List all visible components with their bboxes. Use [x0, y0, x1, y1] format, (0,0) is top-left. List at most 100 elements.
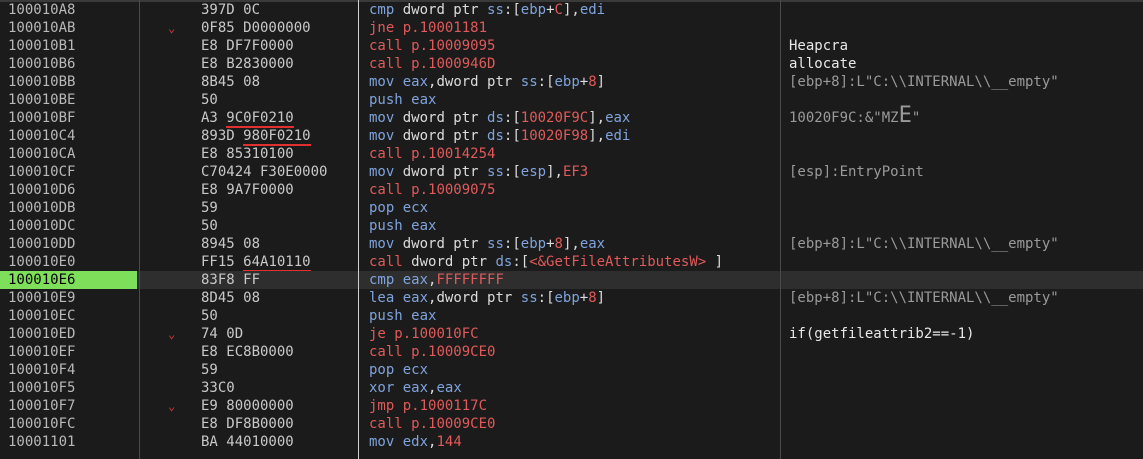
instruction-cell[interactable]: cmp eax,FFFFFFFF	[369, 271, 774, 289]
bytes-cell[interactable]: E8 85310100	[201, 145, 351, 163]
disasm-row[interactable]: 100010F5 33C0 xor eax,eax	[0, 379, 1143, 397]
address-cell[interactable]: 100010E6	[0, 271, 137, 289]
instruction-cell[interactable]: push eax	[369, 217, 774, 235]
instruction-cell[interactable]: call p.10009075	[369, 181, 774, 199]
instruction-cell[interactable]: call p.1000946D	[369, 55, 774, 73]
bytes-cell[interactable]: 893D 980F0210	[201, 127, 351, 146]
disasm-row[interactable]: 100010DC 50 push eax	[0, 217, 1143, 235]
instruction-cell[interactable]: jne p.10001181	[369, 19, 774, 37]
bytes-cell[interactable]: 83F8 FF	[201, 271, 351, 289]
column-separator[interactable]	[358, 0, 359, 459]
disasm-row[interactable]: 100010E6 83F8 FF cmp eax,FFFFFFFF	[0, 271, 1143, 289]
address-cell[interactable]: 100010EC	[0, 307, 137, 325]
column-separator[interactable]	[139, 0, 140, 459]
address-cell[interactable]: 100010D6	[0, 181, 137, 199]
disasm-row[interactable]: 100010E0 FF15 64A10110 call dword ptr ds:[…	[0, 253, 1143, 272]
disasm-row[interactable]: 100010BE 50 push eax	[0, 91, 1143, 109]
instruction-cell[interactable]: xor eax,eax	[369, 379, 774, 397]
disasm-row[interactable]: 100010BB 8B45 08 mov eax,dword ptr ss:[ebp…	[0, 73, 1143, 91]
column-separator[interactable]	[780, 0, 781, 459]
instruction-cell[interactable]: pop ecx	[369, 361, 774, 379]
address-cell[interactable]: 100010ED	[0, 325, 137, 343]
comment-cell[interactable]: 10020F9C:&"MZE"	[789, 105, 1143, 127]
address-cell[interactable]: 100010DC	[0, 217, 137, 235]
disasm-row[interactable]: 100010EF E8 EC8B0000 call p.10009CE0	[0, 343, 1143, 361]
disasm-row[interactable]: 100010BF A3 9C0F0210 mov dword ptr ds:[100…	[0, 105, 1143, 128]
address-cell[interactable]: 100010E9	[0, 289, 137, 307]
bytes-cell[interactable]: 8D45 08	[201, 289, 351, 307]
disasm-row[interactable]: 100010B1 E8 DF7F0000 call p.10009095 Heapcr…	[0, 37, 1143, 55]
disasm-row[interactable]: 100010F4 59 pop ecx	[0, 361, 1143, 379]
disasm-row[interactable]: 100010D6 E8 9A7F0000 call p.10009075	[0, 181, 1143, 199]
comment-cell[interactable]	[789, 1, 1143, 19]
disasm-row[interactable]: 100010B6 E8 B2830000 call p.1000946D alloca…	[0, 55, 1143, 73]
address-cell[interactable]: 100010BE	[0, 91, 137, 109]
comment-cell[interactable]	[789, 271, 1143, 289]
bytes-cell[interactable]: 59	[201, 199, 351, 217]
disasm-row[interactable]: 100010CF C70424 F30E0000 mov dword ptr ss:…	[0, 163, 1143, 181]
comment-cell[interactable]	[789, 199, 1143, 217]
bytes-cell[interactable]: 397D 0C	[201, 1, 351, 19]
disasm-row[interactable]: 100010DD 8945 08 mov dword ptr ss:[ebp+8],…	[0, 235, 1143, 253]
address-cell[interactable]: 10001101	[0, 433, 137, 451]
bytes-cell[interactable]: 74 0D	[201, 325, 351, 343]
bytes-cell[interactable]: 50	[201, 217, 351, 235]
comment-cell[interactable]	[789, 19, 1143, 37]
address-cell[interactable]: 100010EF	[0, 343, 137, 361]
address-cell[interactable]: 100010BB	[0, 73, 137, 91]
address-cell[interactable]: 100010F5	[0, 379, 137, 397]
address-cell[interactable]: 100010AB	[0, 19, 137, 37]
comment-cell[interactable]	[789, 91, 1143, 109]
address-cell[interactable]: 100010CA	[0, 145, 137, 163]
comment-cell[interactable]	[789, 127, 1143, 145]
instruction-cell[interactable]: mov dword ptr ds:[10020F9C],eax	[369, 109, 774, 127]
bytes-cell[interactable]: BA 44010000	[201, 433, 351, 451]
bytes-cell[interactable]: E8 EC8B0000	[201, 343, 351, 361]
address-cell[interactable]: 100010BF	[0, 109, 137, 127]
disasm-row[interactable]: 100010CA E8 85310100 call p.10014254	[0, 145, 1143, 163]
address-cell[interactable]: 100010A8	[0, 1, 137, 19]
instruction-cell[interactable]: call dword ptr ds:[<&GetFileAttributesW>…	[369, 253, 774, 271]
disassembly-view[interactable]: 100010A8 397D 0C cmp dword ptr ss:[ebp+C],…	[0, 0, 1143, 459]
instruction-cell[interactable]: mov edx,144	[369, 433, 774, 451]
disasm-row[interactable]: 100010FC E8 DF8B0000 call p.10009CE0	[0, 415, 1143, 433]
bytes-cell[interactable]: 50	[201, 307, 351, 325]
bytes-cell[interactable]: E9 80000000	[201, 397, 351, 415]
bytes-cell[interactable]: E8 9A7F0000	[201, 181, 351, 199]
bytes-cell[interactable]: A3 9C0F0210	[201, 109, 351, 128]
disasm-row[interactable]: 100010F7 ⌄ E9 80000000 jmp p.1000117C	[0, 397, 1143, 415]
comment-cell[interactable]: allocate	[789, 55, 1143, 73]
disasm-row[interactable]: 100010EC 50 push eax	[0, 307, 1143, 325]
address-cell[interactable]: 100010DD	[0, 235, 137, 253]
bytes-cell[interactable]: C70424 F30E0000	[201, 163, 351, 181]
address-cell[interactable]: 100010F7	[0, 397, 137, 415]
bytes-cell[interactable]: 33C0	[201, 379, 351, 397]
comment-cell[interactable]: [ebp+8]:L"C:\\INTERNAL\\__empty"	[789, 73, 1143, 91]
comment-cell[interactable]: [esp]:EntryPoint	[789, 163, 1143, 181]
instruction-cell[interactable]: pop ecx	[369, 199, 774, 217]
bytes-cell[interactable]: 50	[201, 91, 351, 109]
disasm-row[interactable]: 100010ED ⌄ 74 0D je p.100010FC if(getfileatt…	[0, 325, 1143, 343]
instruction-cell[interactable]: mov eax,dword ptr ss:[ebp+8]	[369, 73, 774, 91]
disasm-row[interactable]: 100010E9 8D45 08 lea eax,dword ptr ss:[ebp…	[0, 289, 1143, 307]
bytes-cell[interactable]: 59	[201, 361, 351, 379]
bytes-cell[interactable]: E8 B2830000	[201, 55, 351, 73]
instruction-cell[interactable]: mov dword ptr ss:[esp],EF3	[369, 163, 774, 181]
comment-cell[interactable]	[789, 307, 1143, 325]
instruction-cell[interactable]: call p.10009095	[369, 37, 774, 55]
instruction-cell[interactable]: call p.10014254	[369, 145, 774, 163]
address-cell[interactable]: 100010B6	[0, 55, 137, 73]
bytes-cell[interactable]: E8 DF7F0000	[201, 37, 351, 55]
instruction-cell[interactable]: push eax	[369, 307, 774, 325]
disasm-row[interactable]: 100010A8 397D 0C cmp dword ptr ss:[ebp+C],…	[0, 1, 1143, 19]
instruction-cell[interactable]: jmp p.1000117C	[369, 397, 774, 415]
address-cell[interactable]: 100010DB	[0, 199, 137, 217]
comment-cell[interactable]	[789, 361, 1143, 379]
comment-cell[interactable]: if(getfileattrib2==-1)	[789, 325, 1143, 343]
bytes-cell[interactable]: FF15 64A10110	[201, 253, 351, 272]
comment-cell[interactable]	[789, 379, 1143, 397]
comment-cell[interactable]	[789, 181, 1143, 199]
bytes-cell[interactable]: 8B45 08	[201, 73, 351, 91]
comment-cell[interactable]	[789, 145, 1143, 163]
bytes-cell[interactable]: E8 DF8B0000	[201, 415, 351, 433]
